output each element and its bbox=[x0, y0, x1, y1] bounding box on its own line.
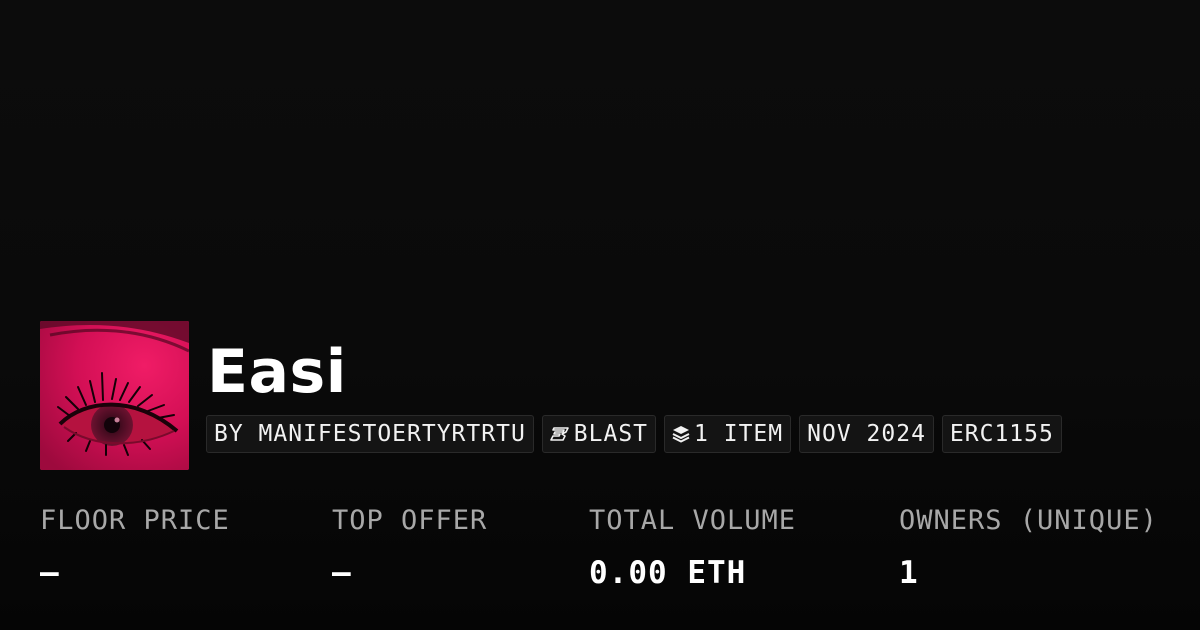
token-standard-label: ERC1155 bbox=[949, 421, 1054, 447]
total-volume-stat: TOTAL VOLUME 0.00 ETH bbox=[589, 503, 796, 593]
chain-chip[interactable]: BLAST bbox=[541, 415, 657, 453]
chain-label: BLAST bbox=[573, 421, 649, 447]
top-offer-label: TOP OFFER bbox=[332, 505, 488, 536]
floor-price-label: FLOOR PRICE bbox=[40, 505, 230, 536]
layers-icon bbox=[672, 425, 690, 443]
token-standard-chip: ERC1155 bbox=[941, 415, 1062, 453]
owners-label: OWNERS (UNIQUE) bbox=[899, 505, 1158, 536]
floor-price-value: – bbox=[40, 555, 60, 591]
date-label: NOV 2024 bbox=[807, 421, 926, 447]
top-offer-value: – bbox=[332, 555, 352, 591]
collection-meta-chips: BY MANIFESTOERTYRTRTU BLAST 1 ITEM NOV 2… bbox=[206, 415, 1062, 453]
collection-title: Easi bbox=[207, 337, 347, 407]
creator-chip[interactable]: BY MANIFESTOERTYRTRTU bbox=[206, 415, 534, 453]
date-chip: NOV 2024 bbox=[799, 415, 934, 453]
blast-logo-icon bbox=[549, 427, 570, 441]
owners-value: 1 bbox=[899, 555, 919, 591]
owners-stat: OWNERS (UNIQUE) 1 bbox=[899, 503, 1158, 593]
creator-label: BY MANIFESTOERTYRTRTU bbox=[214, 421, 526, 447]
item-count-label: 1 ITEM bbox=[694, 421, 784, 447]
top-offer-stat: TOP OFFER – bbox=[332, 503, 487, 593]
item-count-chip: 1 ITEM bbox=[664, 415, 792, 453]
collection-avatar bbox=[40, 321, 189, 470]
total-volume-value: 0.00 ETH bbox=[589, 555, 747, 591]
floor-price-stat: FLOOR PRICE – bbox=[40, 503, 230, 593]
total-volume-label: TOTAL VOLUME bbox=[589, 505, 797, 536]
collection-artwork-eye-image bbox=[40, 321, 189, 470]
